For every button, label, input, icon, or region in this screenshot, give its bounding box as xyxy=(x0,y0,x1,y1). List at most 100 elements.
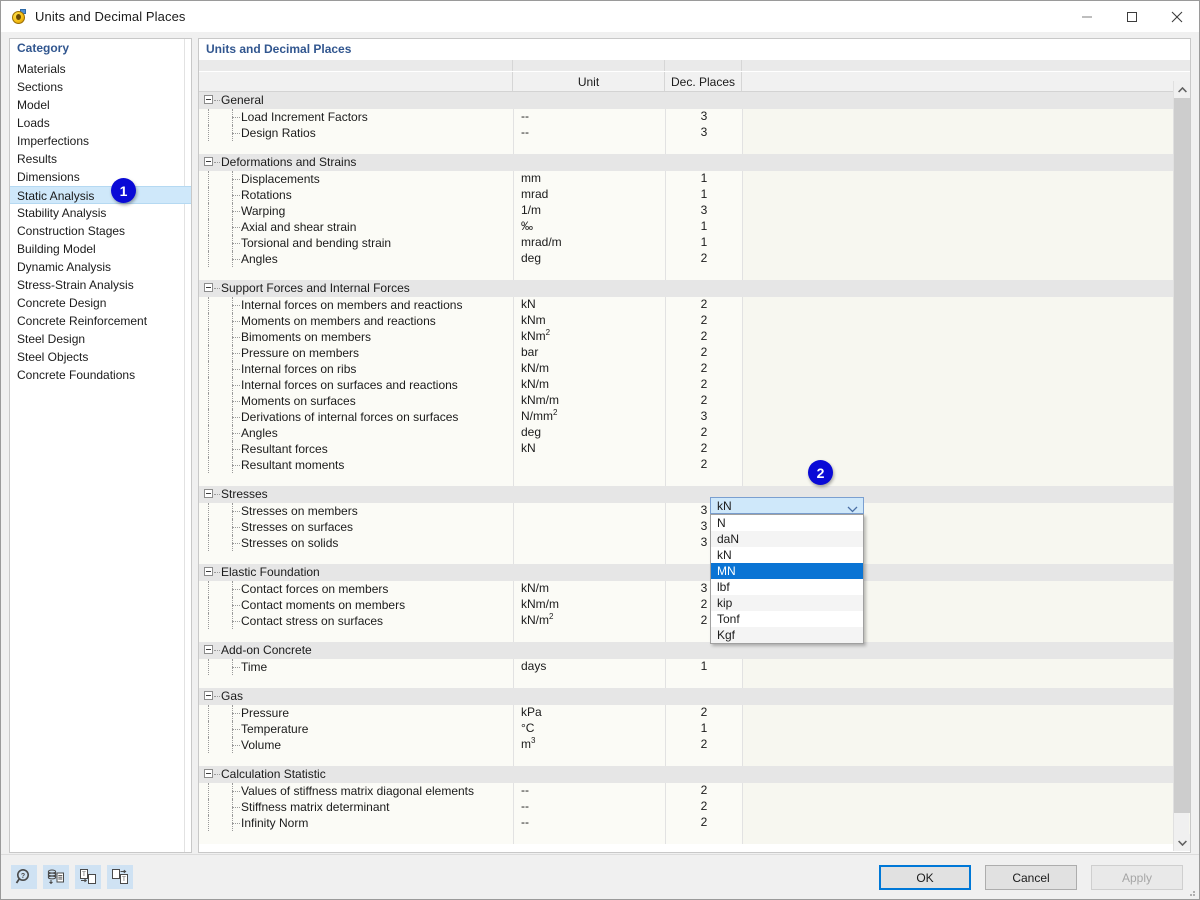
sidebar-item-building-model[interactable]: Building Model xyxy=(10,240,191,258)
group-header-row[interactable]: Gas xyxy=(199,688,1190,705)
table-row[interactable]: Anglesdeg2 xyxy=(199,251,1190,267)
cell-unit[interactable]: kN/m xyxy=(513,377,665,393)
table-row[interactable]: Moments on surfaceskNm/m2 xyxy=(199,393,1190,409)
dropdown-option-dan[interactable]: daN xyxy=(711,531,863,547)
dropdown-option-kgf[interactable]: Kgf xyxy=(711,627,863,643)
cell-dec-places[interactable]: 2 xyxy=(665,297,742,313)
table-row[interactable]: Contact forces on memberskN/m3 xyxy=(199,581,1190,597)
column-header-dec-places[interactable]: Dec. Places xyxy=(665,72,742,91)
import-from-library-icon[interactable] xyxy=(43,865,69,889)
cell-unit[interactable]: -- xyxy=(513,783,665,799)
cell-unit[interactable]: deg xyxy=(513,251,665,267)
cell-unit[interactable]: kN/m xyxy=(513,581,665,597)
sidebar-item-loads[interactable]: Loads xyxy=(10,114,191,132)
sidebar-item-construction-stages[interactable]: Construction Stages xyxy=(10,222,191,240)
table-row[interactable]: Pressure on membersbar2 xyxy=(199,345,1190,361)
collapse-icon[interactable] xyxy=(204,645,213,654)
cell-unit[interactable]: bar xyxy=(513,345,665,361)
cell-unit[interactable]: ‰ xyxy=(513,219,665,235)
table-row[interactable]: Moments on members and reactionskNm2 xyxy=(199,313,1190,329)
scrollbar-thumb[interactable] xyxy=(1174,98,1190,813)
cell-unit[interactable]: -- xyxy=(513,125,665,141)
sidebar-item-steel-design[interactable]: Steel Design xyxy=(10,330,191,348)
sidebar-item-dimensions[interactable]: Dimensions xyxy=(10,168,191,186)
table-row[interactable]: Design Ratios--3 xyxy=(199,125,1190,141)
table-row[interactable]: Stresses on members3 xyxy=(199,503,1190,519)
cell-dec-places[interactable]: 2 xyxy=(665,393,742,409)
cell-unit[interactable]: kN xyxy=(513,297,665,313)
sidebar-item-static-analysis[interactable]: Static Analysis xyxy=(10,186,191,204)
sidebar-item-dynamic-analysis[interactable]: Dynamic Analysis xyxy=(10,258,191,276)
unit-combobox[interactable]: kN xyxy=(710,497,864,514)
table-row[interactable]: Derivations of internal forces on surfac… xyxy=(199,409,1190,425)
cell-dec-places[interactable]: 3 xyxy=(665,109,742,125)
cell-dec-places[interactable]: 2 xyxy=(665,441,742,457)
group-header-row[interactable]: Stresses xyxy=(199,486,1190,503)
table-row[interactable]: Stiffness matrix determinant--2 xyxy=(199,799,1190,815)
cell-dec-places[interactable]: 1 xyxy=(665,219,742,235)
sidebar-item-materials[interactable]: Materials xyxy=(10,60,191,78)
cell-dec-places[interactable]: 2 xyxy=(665,377,742,393)
scroll-up-icon[interactable] xyxy=(1174,81,1190,98)
group-header-row[interactable]: Calculation Statistic xyxy=(199,766,1190,783)
table-row[interactable]: Internal forces on ribskN/m2 xyxy=(199,361,1190,377)
unit-dropdown-list[interactable]: NdaNkNMNlbfkipTonfKgf xyxy=(710,514,864,644)
cell-dec-places[interactable]: 2 xyxy=(665,457,742,473)
dropdown-option-tonf[interactable]: Tonf xyxy=(711,611,863,627)
cell-unit[interactable]: °C xyxy=(513,721,665,737)
table-row[interactable]: Temperature°C1 xyxy=(199,721,1190,737)
cell-dec-places[interactable]: 2 xyxy=(665,799,742,815)
collapse-icon[interactable] xyxy=(204,157,213,166)
table-row[interactable]: Warping1/m3 xyxy=(199,203,1190,219)
cell-unit[interactable]: kPa xyxy=(513,705,665,721)
cell-dec-places[interactable]: 2 xyxy=(665,313,742,329)
cell-dec-places[interactable]: 1 xyxy=(665,187,742,203)
cell-dec-places[interactable]: 3 xyxy=(665,125,742,141)
table-row[interactable]: Contact stress on surfaceskN/m22 xyxy=(199,613,1190,629)
cell-unit[interactable]: m3 xyxy=(513,737,665,753)
cell-unit[interactable] xyxy=(513,503,665,519)
sidebar-item-sections[interactable]: Sections xyxy=(10,78,191,96)
cell-dec-places[interactable]: 1 xyxy=(665,659,742,675)
save-as-default-icon[interactable]: T xyxy=(107,865,133,889)
column-header-extra[interactable] xyxy=(742,72,1190,91)
group-header-row[interactable]: Support Forces and Internal Forces xyxy=(199,280,1190,297)
collapse-icon[interactable] xyxy=(204,769,213,778)
sidebar-item-concrete-design[interactable]: Concrete Design xyxy=(10,294,191,312)
vertical-scrollbar[interactable] xyxy=(1173,81,1189,851)
table-row[interactable]: Internal forces on surfaces and reaction… xyxy=(199,377,1190,393)
dropdown-option-mn[interactable]: MN xyxy=(711,563,863,579)
table-row[interactable]: Rotationsmrad1 xyxy=(199,187,1190,203)
set-default-units-icon[interactable]: T xyxy=(75,865,101,889)
cell-unit[interactable]: kN/m2 xyxy=(513,613,665,629)
table-row[interactable]: Internal forces on members and reactions… xyxy=(199,297,1190,313)
cell-dec-places[interactable]: 1 xyxy=(665,721,742,737)
column-header-name[interactable] xyxy=(199,72,513,91)
cell-unit[interactable]: kNm/m xyxy=(513,393,665,409)
group-header-row[interactable]: Elastic Foundation xyxy=(199,564,1190,581)
cell-unit[interactable]: kN/m xyxy=(513,361,665,377)
cell-unit[interactable]: days xyxy=(513,659,665,675)
group-header-row[interactable]: Deformations and Strains xyxy=(199,154,1190,171)
table-row[interactable]: Volumem32 xyxy=(199,737,1190,753)
table-row[interactable]: Displacementsmm1 xyxy=(199,171,1190,187)
dropdown-option-lbf[interactable]: lbf xyxy=(711,579,863,595)
cell-unit[interactable]: kNm xyxy=(513,313,665,329)
cell-dec-places[interactable]: 2 xyxy=(665,251,742,267)
cell-dec-places[interactable]: 2 xyxy=(665,425,742,441)
sidebar-item-concrete-reinforcement[interactable]: Concrete Reinforcement xyxy=(10,312,191,330)
collapse-icon[interactable] xyxy=(204,691,213,700)
cell-dec-places[interactable]: 2 xyxy=(665,361,742,377)
cell-dec-places[interactable]: 2 xyxy=(665,329,742,345)
maximize-icon[interactable] xyxy=(1109,1,1154,32)
cell-unit[interactable]: mrad/m xyxy=(513,235,665,251)
sidebar-item-stability-analysis[interactable]: Stability Analysis xyxy=(10,204,191,222)
cell-dec-places[interactable]: 2 xyxy=(665,737,742,753)
cell-dec-places[interactable]: 2 xyxy=(665,705,742,721)
collapse-icon[interactable] xyxy=(204,567,213,576)
cell-unit[interactable]: mm xyxy=(513,171,665,187)
cell-unit[interactable] xyxy=(513,519,665,535)
sidebar-item-concrete-foundations[interactable]: Concrete Foundations xyxy=(10,366,191,384)
collapse-icon[interactable] xyxy=(204,283,213,292)
cell-unit[interactable]: kN xyxy=(513,441,665,457)
